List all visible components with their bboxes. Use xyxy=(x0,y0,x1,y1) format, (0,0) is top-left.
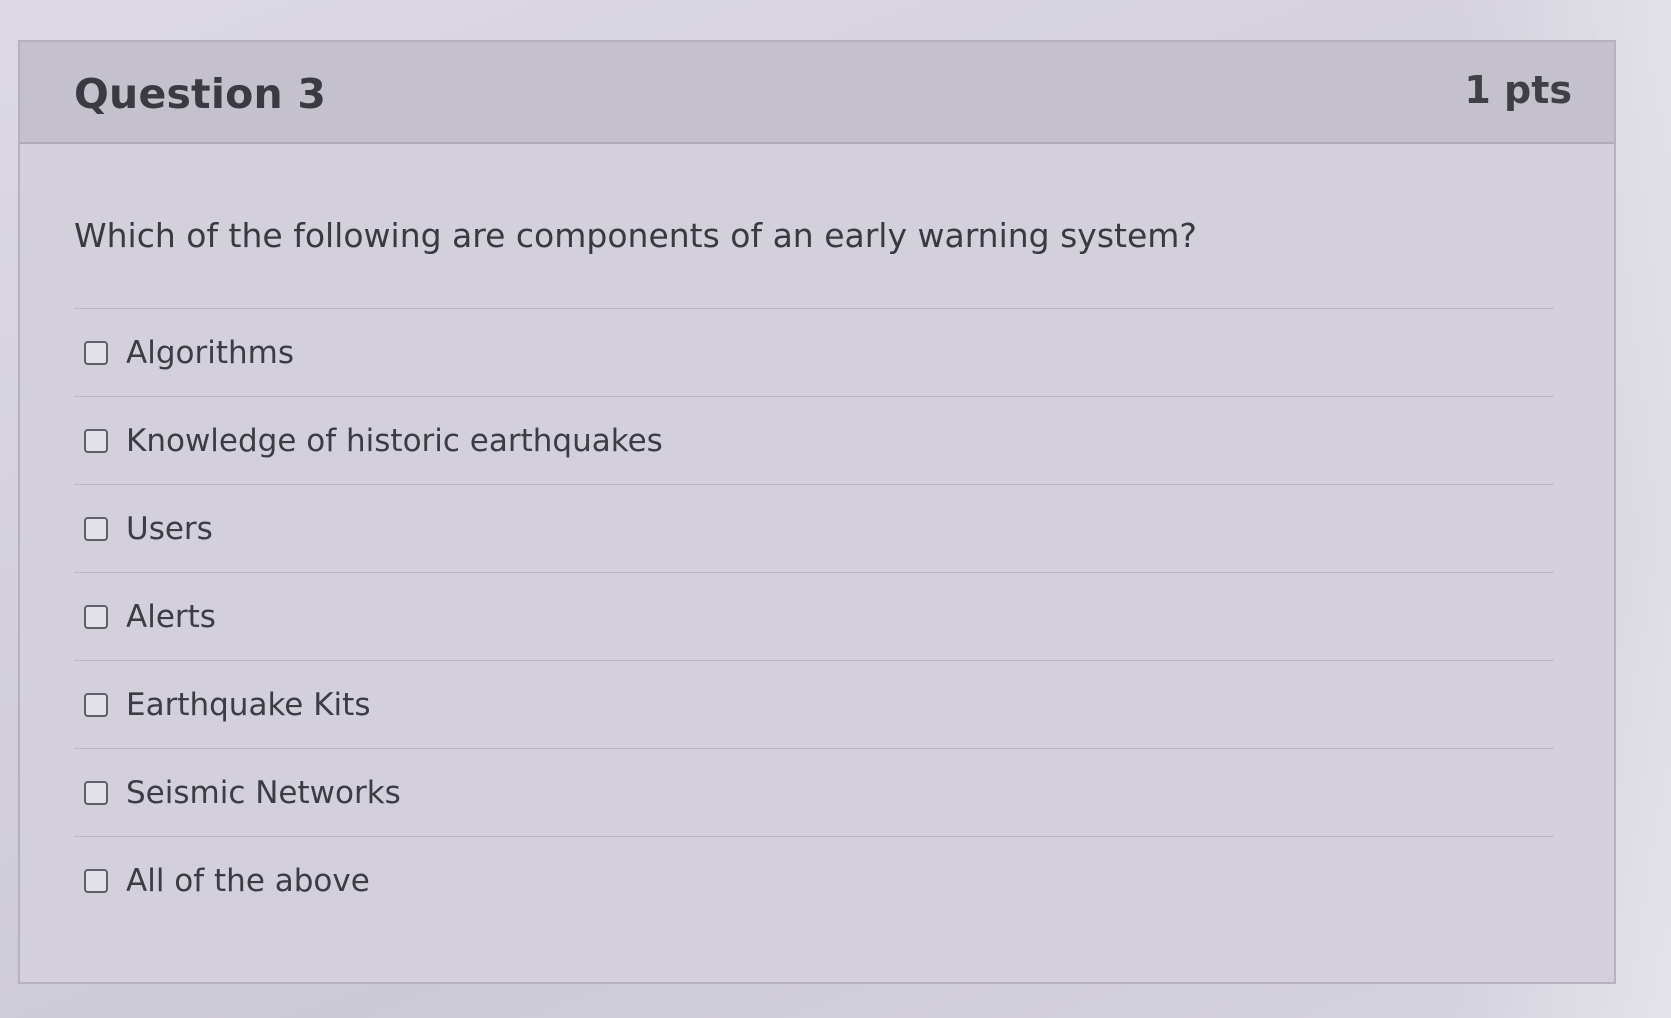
checkbox[interactable] xyxy=(84,780,108,805)
question-card: Question 3 1 pts Which of the following … xyxy=(18,40,1616,984)
question-text: Which of the following are components of… xyxy=(74,216,1197,255)
answer-option-all-of-the-above[interactable]: All of the above xyxy=(74,837,1554,925)
answer-label: Algorithms xyxy=(126,334,294,371)
question-points: 1 pts xyxy=(1464,68,1572,112)
checkbox[interactable] xyxy=(84,604,108,629)
checkbox[interactable] xyxy=(84,516,108,541)
checkbox[interactable] xyxy=(84,340,108,365)
question-title: Question 3 xyxy=(74,70,327,118)
answer-option-seismic-networks[interactable]: Seismic Networks xyxy=(74,749,1554,837)
answer-option-algorithms[interactable]: Algorithms xyxy=(74,309,1554,397)
answer-option-users[interactable]: Users xyxy=(74,485,1554,573)
checkbox[interactable] xyxy=(84,428,108,453)
answer-label: Users xyxy=(126,510,213,547)
answer-label: Earthquake Kits xyxy=(126,686,371,723)
answer-label: Seismic Networks xyxy=(126,774,401,811)
answer-option-knowledge-of-historic-earthquakes[interactable]: Knowledge of historic earthquakes xyxy=(74,397,1554,485)
answer-list: Algorithms Knowledge of historic earthqu… xyxy=(74,308,1554,925)
checkbox[interactable] xyxy=(84,869,108,893)
answer-label: All of the above xyxy=(126,863,370,899)
question-header: Question 3 1 pts xyxy=(20,42,1614,144)
checkbox[interactable] xyxy=(84,692,108,717)
question-body: Which of the following are components of… xyxy=(20,216,1614,925)
answer-option-alerts[interactable]: Alerts xyxy=(74,573,1554,661)
answer-option-earthquake-kits[interactable]: Earthquake Kits xyxy=(74,661,1554,749)
answer-label: Knowledge of historic earthquakes xyxy=(126,422,663,459)
answer-label: Alerts xyxy=(126,598,216,635)
